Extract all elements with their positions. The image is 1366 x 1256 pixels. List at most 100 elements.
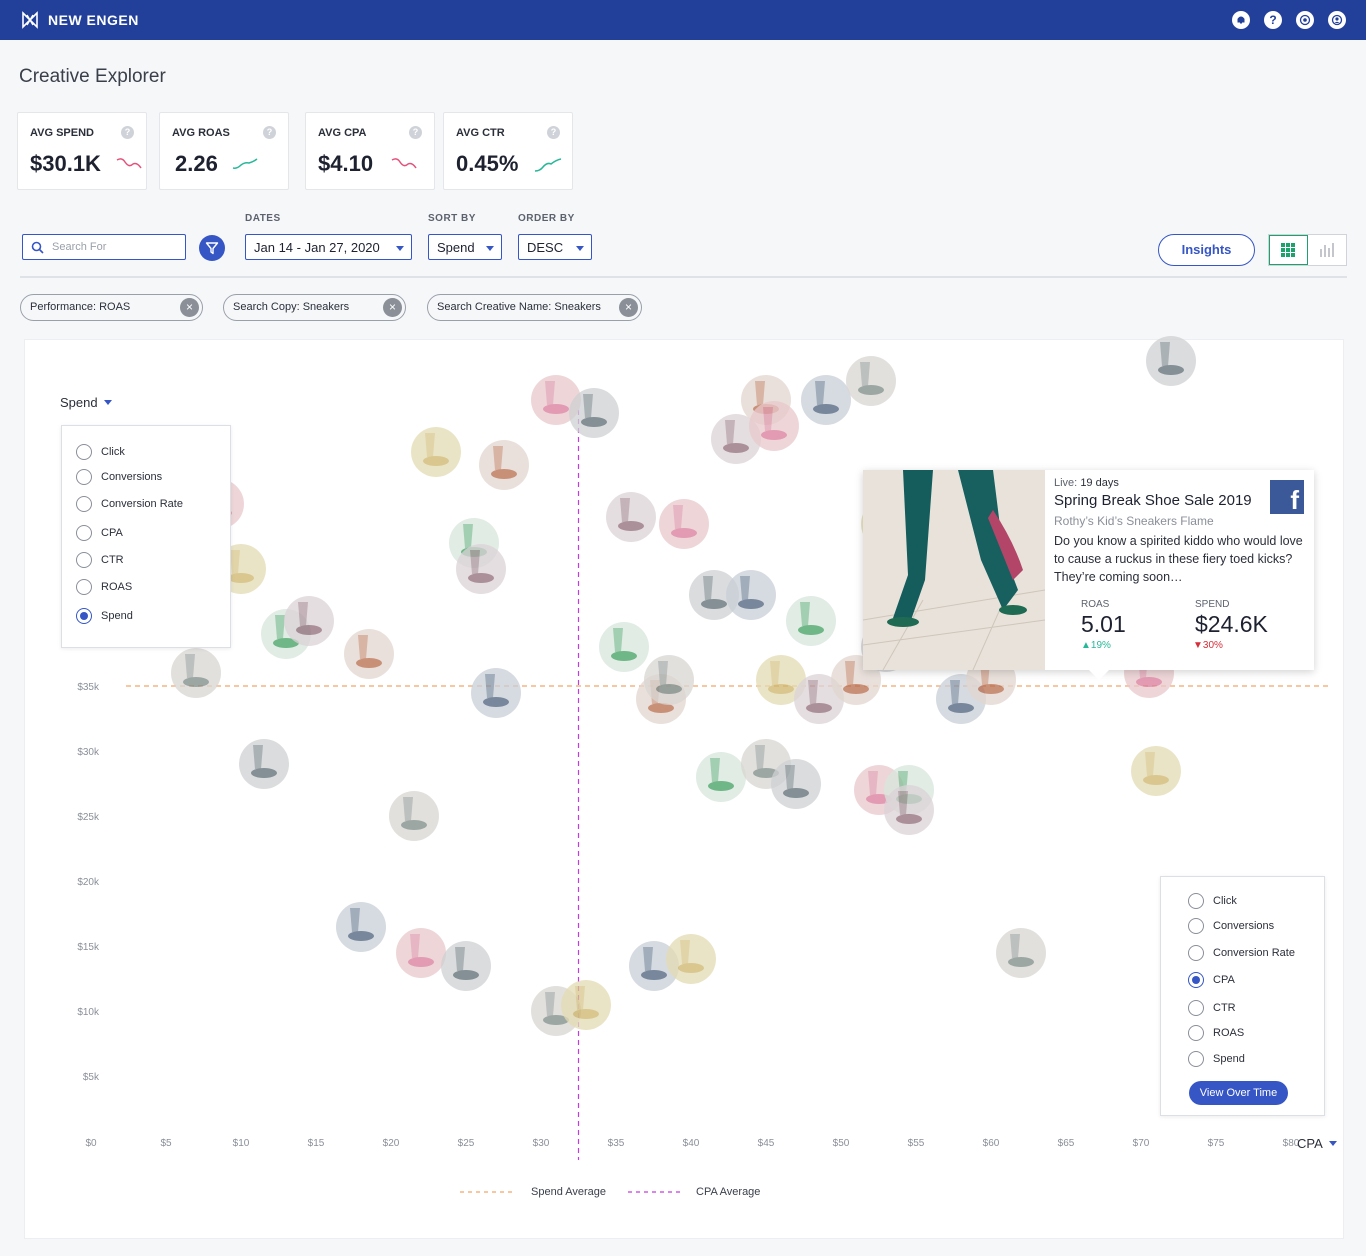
creative-bubble[interactable] <box>411 427 461 477</box>
roas-label: ROAS <box>1081 599 1110 610</box>
x-axis-metric-label: CPA <box>1297 1136 1323 1151</box>
x-metric-option-conversion-rate[interactable]: Conversion Rate <box>1188 945 1295 961</box>
shoe-thumbnail-icon <box>771 758 821 809</box>
creative-bubble[interactable] <box>696 752 746 802</box>
creative-bubble[interactable] <box>568 388 619 438</box>
option-label: CPA <box>1213 974 1235 986</box>
y-axis-metric-label: Spend <box>60 395 98 410</box>
creative-bubble[interactable] <box>883 784 934 835</box>
option-label: Conversions <box>1213 920 1275 932</box>
y-metric-option-conversion-rate[interactable]: Conversion Rate <box>76 496 183 512</box>
shoe-thumbnail-icon <box>658 498 709 549</box>
creative-bubble[interactable] <box>336 901 386 952</box>
y-metric-option-spend[interactable]: Spend <box>76 608 133 624</box>
creative-bubble[interactable] <box>666 934 716 984</box>
option-label: Conversion Rate <box>101 498 183 510</box>
creative-bubble[interactable] <box>786 596 836 646</box>
x-metric-option-spend[interactable]: Spend <box>1188 1051 1245 1067</box>
shoe-thumbnail-icon <box>388 791 439 841</box>
creative-bubble[interactable] <box>283 596 334 646</box>
shoe-thumbnail-icon <box>598 622 649 672</box>
creative-bubble[interactable] <box>1146 336 1196 386</box>
y-axis-metric-menu: Click Conversions Conversion Rate CPA CT… <box>61 425 231 648</box>
shoe-thumbnail-icon <box>471 667 521 718</box>
creative-bubble[interactable] <box>1131 745 1181 796</box>
x-axis-metric-select[interactable]: CPA <box>1297 1136 1337 1151</box>
shoe-thumbnail-icon <box>996 927 1046 978</box>
creative-bubble[interactable] <box>643 654 694 705</box>
y-tick-label: $5k <box>83 1072 100 1083</box>
x-metric-option-cpa[interactable]: CPA <box>1188 972 1235 988</box>
x-tick-label: $35 <box>608 1138 625 1149</box>
creative-bubble[interactable] <box>996 927 1046 978</box>
option-label: Spend <box>101 610 133 622</box>
y-metric-option-cpa[interactable]: CPA <box>76 525 123 541</box>
view-over-time-button[interactable]: View Over Time <box>1189 1081 1288 1105</box>
option-label: ROAS <box>1213 1027 1245 1039</box>
radio-icon <box>76 444 92 460</box>
facebook-icon: f <box>1270 480 1304 515</box>
creative-bubble[interactable] <box>658 498 709 549</box>
y-metric-option-conversions[interactable]: Conversions <box>76 469 162 485</box>
x-tick-label: $65 <box>1058 1138 1075 1149</box>
creative-bubble[interactable] <box>171 648 221 698</box>
creative-bubble[interactable] <box>478 440 529 490</box>
creative-bubble[interactable] <box>598 622 649 672</box>
shoe-thumbnail-icon <box>801 375 851 425</box>
radio-icon <box>1188 1000 1204 1016</box>
creative-bubble[interactable] <box>396 927 446 978</box>
creative-bubble[interactable] <box>471 667 521 718</box>
shoe-thumbnail-icon <box>726 570 776 620</box>
chevron-down-icon <box>103 400 112 405</box>
roas-change: ▲19% <box>1081 640 1111 651</box>
x-tick-label: $50 <box>833 1138 850 1149</box>
creative-copy: Do you know a spirited kiddo who would l… <box>1054 534 1303 584</box>
spend-change: ▼30% <box>1193 640 1223 651</box>
spend-change-value: 30% <box>1202 640 1223 651</box>
x-tick-label: $45 <box>758 1138 775 1149</box>
x-metric-option-roas[interactable]: ROAS <box>1188 1025 1244 1041</box>
shoe-thumbnail-icon <box>478 440 529 490</box>
y-axis-metric-select[interactable]: Spend <box>60 395 112 410</box>
creative-bubble[interactable] <box>771 758 821 809</box>
radio-icon <box>76 579 92 595</box>
creative-bubble[interactable] <box>456 544 506 594</box>
x-metric-option-conversions[interactable]: Conversions <box>1188 918 1274 934</box>
creative-bubble[interactable] <box>238 739 289 789</box>
live-value: 19 days <box>1080 477 1119 489</box>
x-tick-label: $10 <box>233 1138 250 1149</box>
creative-bubble[interactable] <box>441 940 491 991</box>
creative-bubble[interactable] <box>343 628 394 679</box>
legend-cpa-average: CPA Average <box>696 1186 761 1198</box>
creative-bubble[interactable] <box>748 401 799 451</box>
x-metric-option-click[interactable]: Click <box>1188 893 1237 909</box>
y-metric-option-ctr[interactable]: CTR <box>76 552 124 568</box>
creative-bubble[interactable] <box>726 570 776 620</box>
creative-bubble[interactable] <box>606 492 656 542</box>
x-tick-label: $0 <box>85 1138 97 1149</box>
shoe-thumbnail-icon <box>696 752 746 802</box>
chevron-down-icon <box>1328 1141 1337 1146</box>
y-tick-label: $35k <box>77 682 100 693</box>
x-tick-label: $5 <box>160 1138 172 1149</box>
y-tick-label: $20k <box>77 877 100 888</box>
y-metric-option-roas[interactable]: ROAS <box>76 579 132 595</box>
x-axis-metric-menu: Click Conversions Conversion Rate CPA CT… <box>1160 876 1325 1116</box>
radio-icon <box>1188 1051 1204 1067</box>
live-prefix: Live: <box>1054 477 1078 489</box>
radio-icon <box>76 525 92 541</box>
y-metric-option-click[interactable]: Click <box>76 444 125 460</box>
radio-icon <box>1188 1025 1204 1041</box>
option-label: CTR <box>101 554 124 566</box>
x-metric-option-ctr[interactable]: CTR <box>1188 1000 1236 1016</box>
creative-bubble[interactable] <box>846 355 896 406</box>
creative-bubble[interactable] <box>801 375 851 425</box>
creative-bubble[interactable] <box>388 791 439 841</box>
creative-bubble[interactable] <box>561 979 611 1030</box>
shoe-thumbnail-icon <box>561 979 611 1030</box>
creative-thumbnail[interactable] <box>863 470 1045 670</box>
y-tick-label: $30k <box>77 747 100 758</box>
live-duration: Live: 19 days <box>1054 477 1119 489</box>
x-tick-label: $60 <box>983 1138 1000 1149</box>
shoe-thumbnail-icon <box>283 596 334 646</box>
